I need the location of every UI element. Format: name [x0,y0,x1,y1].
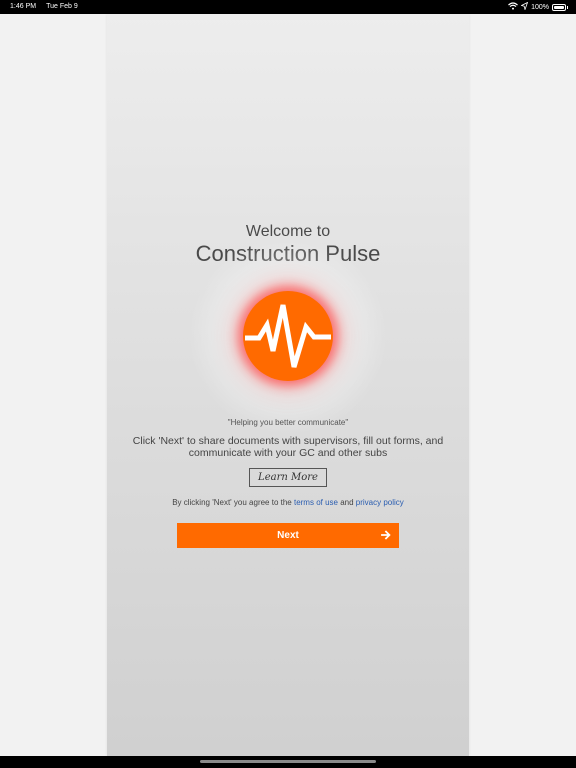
pulse-icon [245,304,331,368]
learn-more-button[interactable]: Learn More [249,468,327,487]
description: Click 'Next' to share documents with sup… [132,435,444,459]
status-left: 1:46 PM Tue Feb 9 [10,3,78,10]
terms-of-use-link[interactable]: terms of use [294,498,338,507]
tagline: "Helping you better communicate" [227,418,349,427]
agreement-conjunction: and [337,498,356,507]
next-label: Next [277,530,299,541]
status-right: 100% [508,1,568,12]
arrow-right-icon [381,530,391,543]
status-time: 1:46 PM [10,3,37,10]
location-icon [520,1,529,12]
privacy-policy-link[interactable]: privacy policy [356,498,404,507]
status-date: Tue Feb 9 [46,3,78,10]
next-button[interactable]: Next [177,523,399,548]
battery-percent: 100% [531,3,549,11]
agreement-prefix: By clicking 'Next' you agree to the [172,498,294,507]
agreement-text: By clicking 'Next' you agree to the term… [107,498,469,507]
welcome-panel: Welcome to Construction Pulse "Helping y… [107,14,469,756]
status-bar: 1:46 PM Tue Feb 9 100% [0,0,576,14]
battery-icon [552,3,568,11]
pulse-logo [243,291,333,381]
home-indicator[interactable] [200,760,376,763]
battery-fill [554,5,564,9]
wifi-icon [508,2,518,12]
